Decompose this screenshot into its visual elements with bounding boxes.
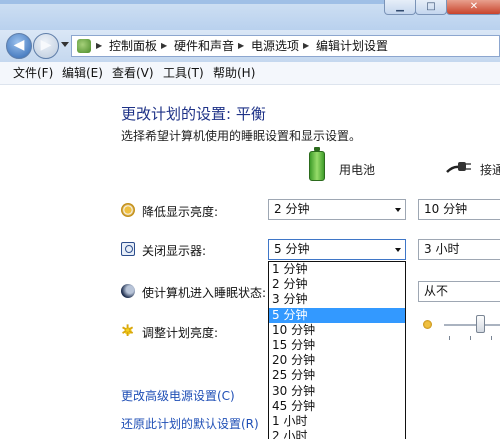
dim-display-plugged-value: 10 分钟 [424,202,468,216]
menu-edit[interactable]: 编辑(E) [62,62,103,84]
slider-tick [491,336,492,340]
menu-file[interactable]: 文件(F) [13,62,53,84]
restore-defaults-link[interactable]: 还原此计划的默认设置(R) [121,415,259,432]
dropdown-option[interactable]: 30 分钟 [269,384,405,399]
back-button[interactable]: ◀ [6,33,32,59]
sleep-plugged-value: 从不 [424,284,449,298]
power-plug-icon [446,162,471,173]
window-titlebar: ▁ □ ✕ [0,0,500,30]
turn-off-display-battery-value: 5 分钟 [274,242,310,256]
slider-tick [470,336,471,340]
column-header-battery: 用电池 [339,163,376,177]
menu-tools[interactable]: 工具(T) [163,62,204,84]
dropdown-option[interactable]: 3 分钟 [269,292,405,307]
advanced-power-settings-link[interactable]: 更改高级电源设置(C) [121,387,235,404]
dropdown-option[interactable]: 45 分钟 [269,399,405,414]
sleep-moon-icon [121,284,135,298]
breadcrumb-separator-icon[interactable]: ▶ [161,36,167,56]
dropdown-option[interactable]: 1 小时 [269,414,405,429]
dropdown-option[interactable]: 2 小时 [269,429,405,439]
adjust-brightness-label: 调整计划亮度: [142,326,219,340]
chevron-down-icon [395,208,401,212]
menu-view[interactable]: 查看(V) [112,62,154,84]
dropdown-option[interactable]: 15 分钟 [269,338,405,353]
turn-off-display-plugged-select[interactable]: 3 小时 [418,239,500,260]
minimize-button[interactable]: ▁ [384,0,416,15]
dim-display-icon [121,203,135,217]
close-button[interactable]: ✕ [446,0,500,15]
column-header-plugged-in: 接通 [480,163,500,177]
breadcrumb-control-panel[interactable]: 控制面板 [109,36,157,56]
dropdown-option[interactable]: 20 分钟 [269,353,405,368]
brightness-low-icon [423,320,432,329]
back-arrow-icon: ◀ [13,37,25,53]
dropdown-option[interactable]: 1 分钟 [269,262,405,277]
page-title: 更改计划的设置: 平衡 [121,105,266,123]
breadcrumb-separator-icon[interactable]: ▶ [238,36,244,56]
slider-tick [449,336,450,340]
dim-display-plugged-select[interactable]: 10 分钟 [418,199,500,220]
menu-bar: 文件(F) 编辑(E) 查看(V) 工具(T) 帮助(H) [0,62,500,85]
dim-display-battery-select[interactable]: 2 分钟 [268,199,406,220]
turn-off-display-options-list[interactable]: 1 分钟 2 分钟 3 分钟 5 分钟 10 分钟 15 分钟 20 分钟 25 分钟 30 分… [268,261,406,439]
brightness-slider-track[interactable] [444,324,500,326]
breadcrumb-power-options[interactable]: 电源选项 [251,36,299,56]
breadcrumb-separator-icon[interactable]: ▶ [303,36,309,56]
navigation-bar: ◀ ▶ ▶ 控制面板 ▶ 硬件和声音 ▶ 电源选项 ▶ 编辑计划设置 [0,30,500,62]
dropdown-option[interactable]: 10 分钟 [269,323,405,338]
sleep-label: 使计算机进入睡眠状态: [142,286,267,300]
forward-arrow-icon: ▶ [40,37,52,53]
chevron-down-icon [395,248,401,252]
dropdown-option[interactable]: 5 分钟 [269,307,405,323]
minimize-icon: ▁ [396,1,404,12]
turn-off-display-label: 关闭显示器: [142,244,207,258]
maximize-button[interactable]: □ [415,0,447,15]
dim-display-battery-value: 2 分钟 [274,202,310,216]
menu-help[interactable]: 帮助(H) [213,62,255,84]
maximize-icon: □ [426,1,436,12]
close-icon: ✕ [469,1,479,12]
recent-pages-dropdown-icon[interactable] [61,42,69,47]
dropdown-option[interactable]: 2 分钟 [269,277,405,292]
brightness-sun-icon [121,321,135,340]
control-panel-icon [77,39,91,53]
breadcrumb-separator-icon[interactable]: ▶ [96,36,102,56]
dim-display-label: 降低显示亮度: [142,205,219,219]
turn-off-display-battery-select[interactable]: 5 分钟 [268,239,406,260]
breadcrumb-edit-plan[interactable]: 编辑计划设置 [316,36,388,56]
turn-off-display-plugged-value: 3 小时 [424,242,460,256]
brightness-slider-thumb[interactable] [476,315,485,333]
breadcrumb-hardware-sound[interactable]: 硬件和声音 [174,36,234,56]
sleep-plugged-select[interactable]: 从不 [418,281,500,302]
forward-button[interactable]: ▶ [33,33,59,59]
battery-icon [309,147,325,181]
display-off-icon [121,242,135,256]
address-bar[interactable]: ▶ 控制面板 ▶ 硬件和声音 ▶ 电源选项 ▶ 编辑计划设置 [71,35,500,57]
dropdown-option[interactable]: 25 分钟 [269,368,405,383]
page-subtitle: 选择希望计算机使用的睡眠设置和显示设置。 [121,129,362,143]
